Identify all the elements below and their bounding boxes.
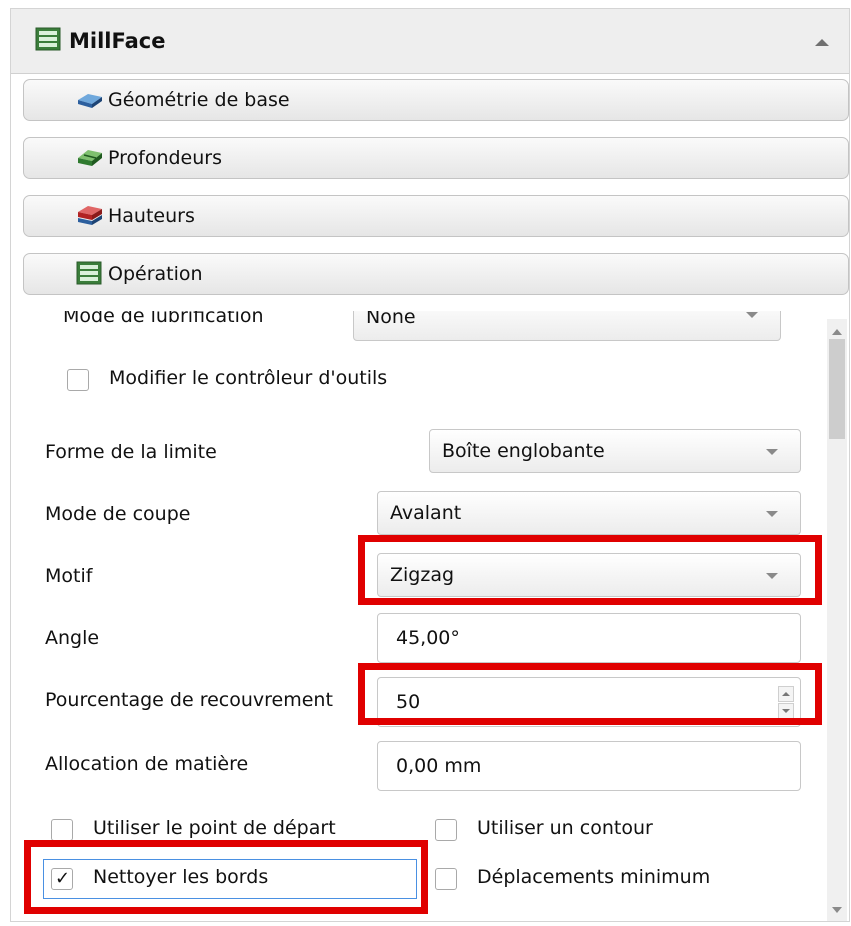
spin-down-icon[interactable] <box>778 703 794 719</box>
section-label: Géométrie de base <box>108 89 290 111</box>
angle-input[interactable]: 45,00° <box>377 613 801 663</box>
cut-mode-value: Avalant <box>390 502 462 524</box>
pattern-select[interactable]: Zigzag <box>377 553 801 597</box>
lubrication-value: None <box>366 311 416 328</box>
angle-value: 45,00° <box>396 627 460 649</box>
chevron-down-icon <box>766 449 778 455</box>
lubrication-select[interactable]: None <box>353 311 781 341</box>
chevron-down-icon <box>766 573 778 579</box>
cut-mode-select[interactable]: Avalant <box>377 491 801 535</box>
modify-tool-controller-label: Modifier le contrôleur d'outils <box>109 367 388 389</box>
chevron-down-icon <box>766 511 778 517</box>
material-allowance-input[interactable]: 0,00 mm <box>377 741 801 791</box>
section-operation[interactable]: Opération <box>23 253 849 295</box>
panel-header[interactable]: MillFace <box>11 9 849 74</box>
step-over-value: 50 <box>396 691 421 713</box>
material-allowance-value: 0,00 mm <box>396 755 482 777</box>
doc-stack-icon <box>76 261 102 285</box>
boundary-shape-label: Forme de la limite <box>45 441 217 463</box>
section-base-geometry[interactable]: Géométrie de base <box>23 79 849 121</box>
lubrication-label: Mode de lubrification <box>63 311 264 327</box>
spin-up-icon[interactable] <box>778 686 794 702</box>
use-outline-label: Utiliser un contour <box>477 817 653 839</box>
scroll-up-icon[interactable] <box>832 329 842 335</box>
step-over-input[interactable]: 50 <box>377 677 801 727</box>
check-icon: ✓ <box>55 868 71 889</box>
chevron-down-icon <box>746 312 758 318</box>
boundary-shape-select[interactable]: Boîte englobante <box>429 429 801 473</box>
section-heights[interactable]: Hauteurs <box>23 195 849 237</box>
red-block-icon <box>78 206 102 225</box>
modify-tool-controller-checkbox[interactable] <box>67 369 89 391</box>
pattern-value: Zigzag <box>390 564 455 586</box>
use-outline-checkbox[interactable] <box>435 819 457 841</box>
min-travel-label: Déplacements minimum <box>477 866 711 888</box>
section-depths[interactable]: Profondeurs <box>23 137 849 179</box>
panel-title: MillFace <box>69 29 166 53</box>
section-label: Hauteurs <box>108 205 195 227</box>
scroll-down-icon[interactable] <box>832 907 842 913</box>
chevron-up-icon[interactable] <box>815 39 829 46</box>
step-over-label: Pourcentage de recouvrement <box>45 689 333 711</box>
clear-edges-label: Nettoyer les bords <box>93 866 269 888</box>
millface-doc-icon <box>35 27 61 51</box>
step-over-spinner[interactable] <box>778 686 794 720</box>
min-travel-checkbox[interactable] <box>435 868 457 890</box>
boundary-shape-value: Boîte englobante <box>442 440 605 462</box>
material-allowance-label: Allocation de matière <box>45 753 249 775</box>
section-label: Profondeurs <box>108 147 222 169</box>
green-block-icon <box>78 150 102 166</box>
blue-block-icon <box>78 94 102 108</box>
use-start-point-checkbox[interactable] <box>51 819 73 841</box>
scroll-thumb[interactable] <box>829 339 845 439</box>
vertical-scrollbar[interactable] <box>827 319 847 921</box>
operation-content: Mode de lubrification None Modifier le c… <box>11 311 825 921</box>
cut-mode-label: Mode de coupe <box>45 503 191 525</box>
use-start-point-label: Utiliser le point de départ <box>93 817 336 839</box>
section-label: Opération <box>108 263 203 285</box>
millface-panel: MillFace Géométrie de base Profondeurs H… <box>10 8 850 922</box>
angle-label: Angle <box>45 627 100 649</box>
pattern-label: Motif <box>45 565 93 587</box>
clear-edges-checkbox[interactable]: ✓ <box>51 868 73 890</box>
